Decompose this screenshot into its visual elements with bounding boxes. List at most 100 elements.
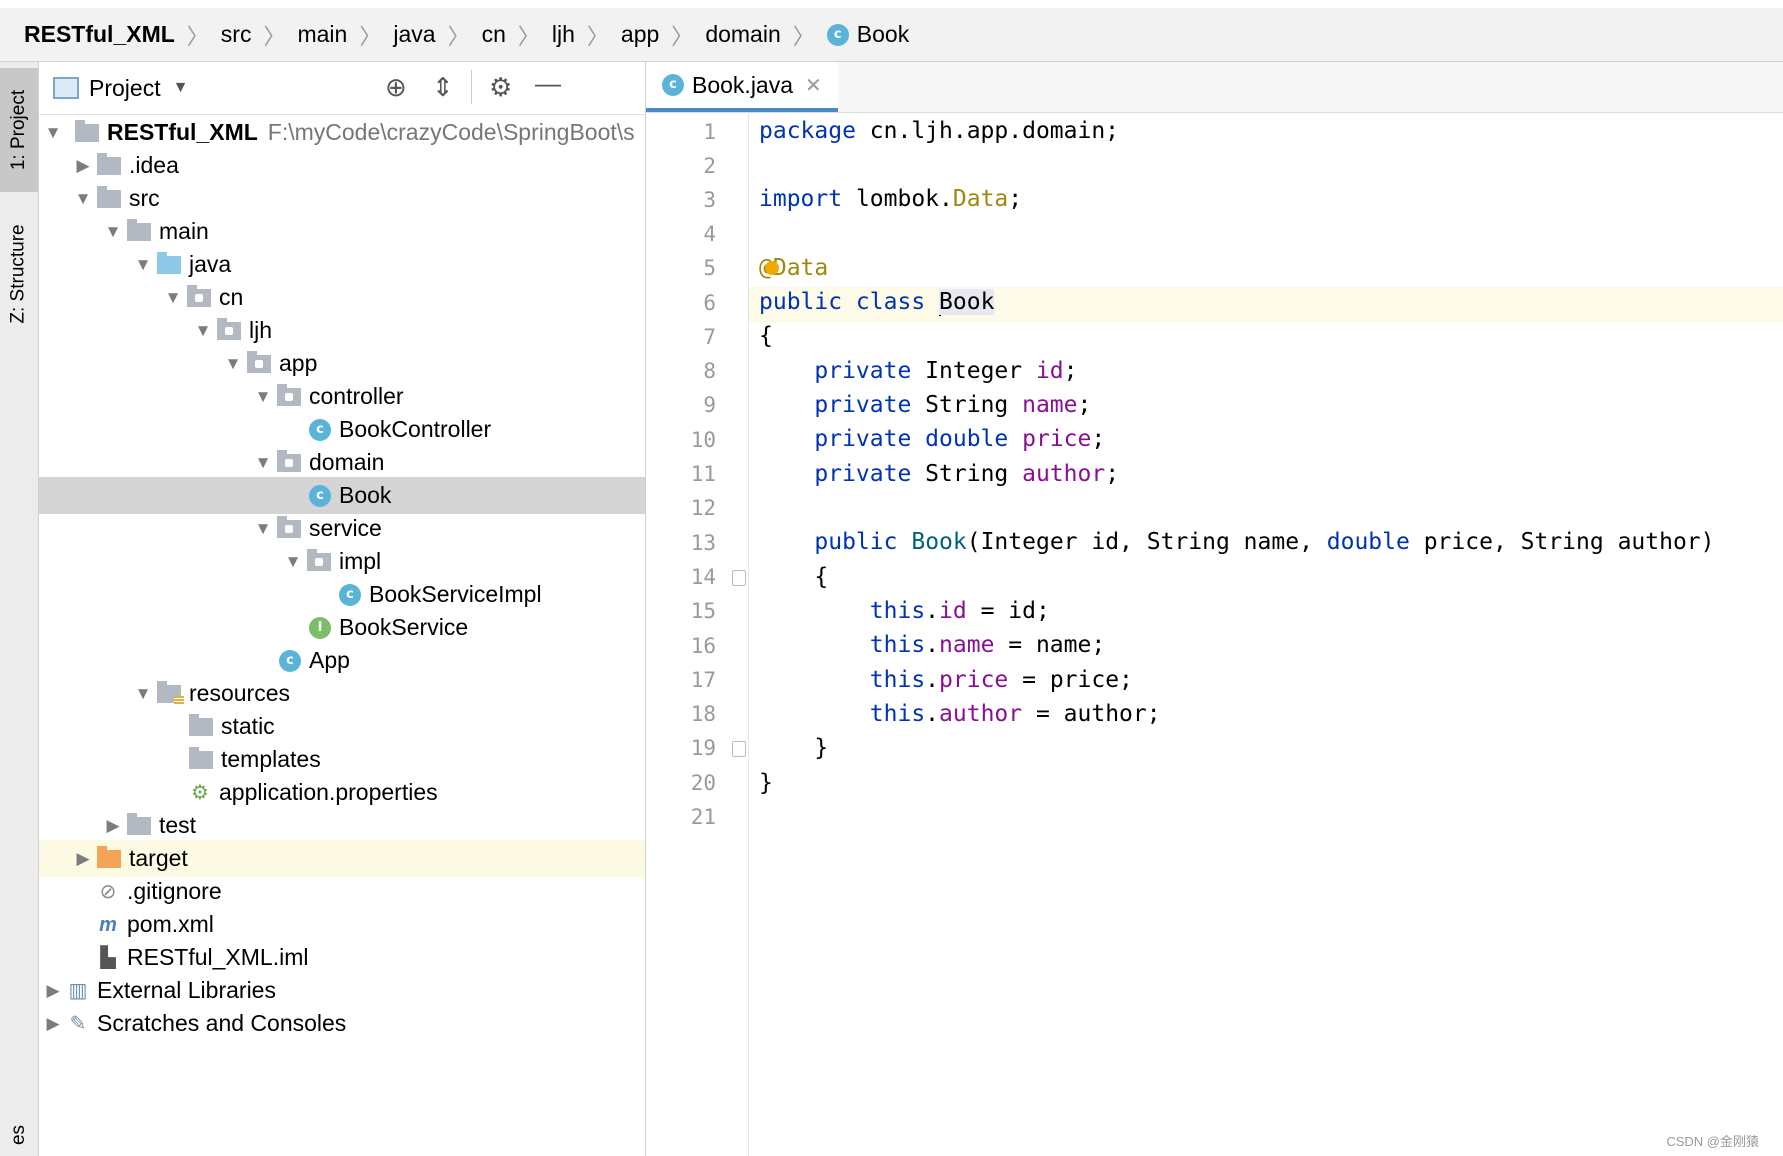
class-icon: c <box>662 74 684 96</box>
tree-item-service[interactable]: ▼ service <box>39 510 645 547</box>
locate-icon[interactable]: ⊕ <box>385 72 407 103</box>
excluded-folder-icon <box>97 845 121 868</box>
expand-arrow-icon[interactable]: ▼ <box>99 222 127 242</box>
breadcrumb-item-main[interactable]: main <box>297 21 347 48</box>
tab-book-java[interactable]: c Book.java ✕ <box>646 62 838 112</box>
collapsed-arrow-icon[interactable]: ▶ <box>69 849 97 869</box>
minimize-icon[interactable]: — <box>535 68 561 99</box>
tree-item-main[interactable]: ▼ main <box>39 213 645 250</box>
tool-tab-project[interactable]: 1: Project <box>0 68 38 192</box>
expand-arrow-icon[interactable]: ▼ <box>219 354 247 374</box>
tree-item-controller[interactable]: ▼ controller <box>39 378 645 415</box>
breadcrumb-item-cn[interactable]: cn <box>482 21 506 48</box>
watermark: CSDN @金刚猿 <box>1666 1134 1759 1149</box>
fold-marker-icon[interactable] <box>732 741 746 757</box>
collapsed-arrow-icon[interactable]: ▶ <box>99 816 127 836</box>
tool-tab-structure[interactable]: Z: Structure <box>0 204 38 344</box>
project-view-selector[interactable]: Project <box>89 75 161 102</box>
tree-item-pom[interactable]: m pom.xml <box>39 906 645 943</box>
tree-item-resources[interactable]: ▼ resources <box>39 675 645 712</box>
code-line: this.price = price; <box>869 667 1133 693</box>
close-icon[interactable]: ✕ <box>805 73 822 98</box>
tree-item-cn[interactable]: ▼ cn <box>39 279 645 316</box>
tree-item-java[interactable]: ▼ java <box>39 246 645 283</box>
tree-item-scratches[interactable]: ▶ ✎ Scratches and Consoles <box>39 1005 645 1042</box>
breadcrumb-item-ljh[interactable]: ljh <box>552 21 575 48</box>
tree-item-templates[interactable]: templates <box>39 741 645 778</box>
tree-item-target[interactable]: ▶ target <box>39 840 645 877</box>
tree-item-test[interactable]: ▶ test <box>39 807 645 844</box>
expand-arrow-icon[interactable]: ▼ <box>249 387 277 407</box>
collapse-all-icon[interactable]: ⇕ <box>432 72 454 103</box>
tree-item-label: Scratches and Consoles <box>97 1010 347 1036</box>
gear-icon[interactable]: ⚙ <box>489 72 512 103</box>
line-number: 9 <box>703 393 716 417</box>
folder-icon <box>127 812 151 835</box>
ignore-file-icon: ⊘ <box>99 880 117 903</box>
tree-item-src[interactable]: ▼ src <box>39 180 645 217</box>
line-number: 20 <box>690 771 716 795</box>
breadcrumb-item-domain[interactable]: domain <box>705 21 780 48</box>
tree-item-static[interactable]: static <box>39 708 645 745</box>
expand-arrow-icon[interactable]: ▼ <box>39 123 67 143</box>
folder-icon <box>97 185 121 208</box>
breadcrumb: RESTful_XML 〉 src 〉 main 〉 java 〉 cn 〉 l… <box>0 8 1783 62</box>
tree-item-gitignore[interactable]: ⊘ .gitignore <box>39 873 645 910</box>
tree-item-label: controller <box>309 383 404 409</box>
expand-arrow-icon[interactable]: ▼ <box>129 255 157 275</box>
tree-item-label: impl <box>339 548 382 574</box>
tree-item-bookservice[interactable]: I BookService <box>39 609 645 646</box>
expand-arrow-icon[interactable]: ▼ <box>249 453 277 473</box>
tree-item-application-properties[interactable]: ⚙ application.properties <box>39 774 645 811</box>
package-icon <box>277 383 301 406</box>
tree-item-domain[interactable]: ▼ domain <box>39 444 645 481</box>
tree-item-label: src <box>129 185 160 211</box>
expand-arrow-icon[interactable]: ▼ <box>279 552 307 572</box>
expand-arrow-icon[interactable]: ▼ <box>69 189 97 209</box>
tree-item-bookcontroller[interactable]: c BookController <box>39 411 645 448</box>
tree-item-book[interactable]: c Book <box>39 477 645 514</box>
editor-tabs: c Book.java ✕ <box>646 62 1783 113</box>
tree-item-project-root[interactable]: ▼ RESTful_XML F:\myCode\crazyCode\Spring… <box>39 114 645 151</box>
tree-item-impl[interactable]: ▼ impl <box>39 543 645 580</box>
code-area[interactable]: package cn.ljh.app.domain; import lombok… <box>749 114 1783 1156</box>
chevron-right-icon: 〉 <box>447 23 470 49</box>
collapsed-arrow-icon[interactable]: ▶ <box>39 1014 67 1034</box>
tool-tab-bottom[interactable]: es <box>0 1120 38 1150</box>
breadcrumb-item-src[interactable]: src <box>221 21 252 48</box>
breadcrumb-item-project[interactable]: RESTful_XML <box>24 21 175 48</box>
line-number: 17 <box>690 668 716 692</box>
breadcrumb-item-book[interactable]: c Book <box>826 21 909 48</box>
tree-item-label: templates <box>221 746 321 772</box>
chevron-right-icon: 〉 <box>359 23 382 49</box>
tree-item-label: service <box>309 515 382 541</box>
lightbulb-icon[interactable] <box>765 261 779 275</box>
fold-marker-icon[interactable] <box>732 570 746 586</box>
code-line: package cn.ljh.app.domain; <box>759 118 1120 144</box>
line-number: 15 <box>690 599 716 623</box>
expand-arrow-icon[interactable]: ▼ <box>249 519 277 539</box>
folder-icon <box>189 746 213 769</box>
collapsed-arrow-icon[interactable]: ▶ <box>69 156 97 176</box>
tree-item-iml[interactable]: ▙ RESTful_XML.iml <box>39 939 645 976</box>
tree-item-app[interactable]: ▼ app <box>39 345 645 382</box>
tree-item-external-libraries[interactable]: ▶ ▥ External Libraries <box>39 972 645 1009</box>
breadcrumb-item-java[interactable]: java <box>393 21 435 48</box>
breadcrumb-item-app[interactable]: app <box>621 21 659 48</box>
chevron-down-icon[interactable]: ▼ <box>173 79 189 97</box>
tree-item-label: resources <box>189 680 290 706</box>
tree-item-app-class[interactable]: c App <box>39 642 645 679</box>
libraries-icon: ▥ <box>68 979 88 1002</box>
expand-arrow-icon[interactable]: ▼ <box>189 321 217 341</box>
chevron-right-icon: 〉 <box>263 23 286 49</box>
tree-item-idea[interactable]: ▶ .idea <box>39 147 645 184</box>
chevron-right-icon: 〉 <box>186 23 209 49</box>
folder-icon <box>189 713 213 736</box>
expand-arrow-icon[interactable]: ▼ <box>129 684 157 704</box>
package-icon <box>277 515 301 538</box>
collapsed-arrow-icon[interactable]: ▶ <box>39 981 67 1001</box>
class-icon: c <box>339 583 361 606</box>
expand-arrow-icon[interactable]: ▼ <box>159 288 187 308</box>
tree-item-ljh[interactable]: ▼ ljh <box>39 312 645 349</box>
tree-item-bookserviceimpl[interactable]: c BookServiceImpl <box>39 576 645 613</box>
